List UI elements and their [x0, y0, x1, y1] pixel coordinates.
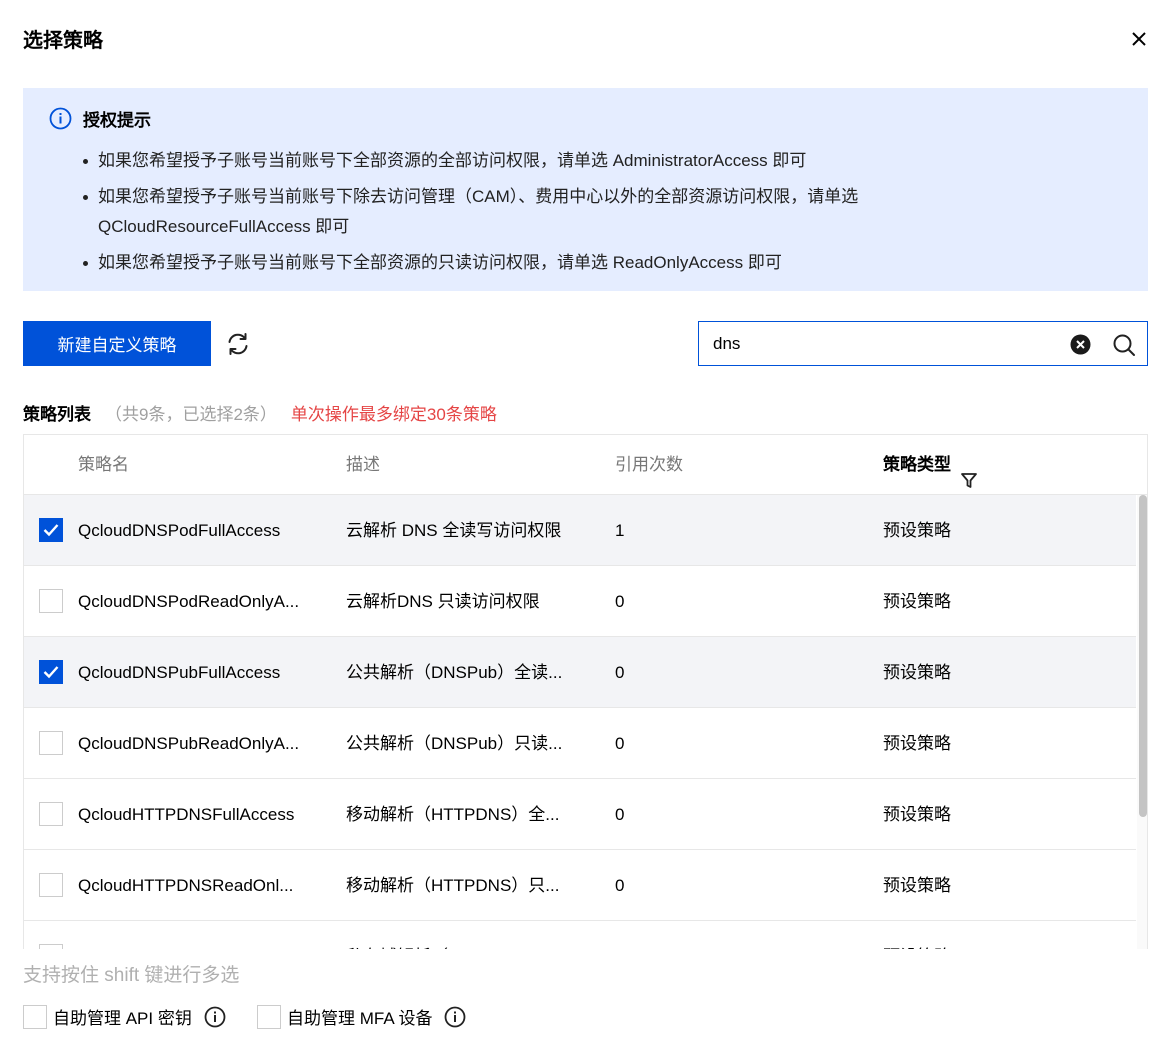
table-row[interactable]: QcloudDNSPubFullAccess 公共解析（DNSPub）全读... 0… [24, 637, 1136, 708]
info-icon[interactable] [204, 1006, 226, 1028]
table-row[interactable]: QcloudDNSPodFullAccess 云解析 DNS 全读写访问权限 1 预设… [24, 495, 1136, 566]
policy-type: 预设策略 [883, 663, 951, 682]
column-header-name: 策略名 [78, 455, 129, 474]
column-header-type-label: 策略类型 [883, 455, 951, 474]
table-row[interactable]: QcloudDNSPodReadOnlyA... 云解析DNS 只读访问权限 0 预设… [24, 566, 1136, 637]
column-header-references: 引用次数 [615, 455, 683, 474]
policy-reference-count: 0 [615, 876, 625, 895]
policy-type: 预设策略 [883, 734, 951, 753]
notice-item: 如果您希望授予子账号当前账号下全部资源的全部访问权限，请单选 Administr… [83, 146, 983, 176]
notice-list: 如果您希望授予子账号当前账号下全部资源的全部访问权限，请单选 Administr… [83, 146, 983, 284]
scrollbar-thumb[interactable] [1139, 495, 1147, 817]
policy-reference-count: 0 [615, 805, 625, 824]
search-input[interactable] [713, 332, 1053, 356]
policy-reference-count: 0 [615, 663, 625, 682]
search-box [698, 321, 1148, 366]
policy-reference-count: 0 [615, 592, 625, 611]
policy-name: QcloudHTTPDNSReadOnl... [78, 876, 294, 895]
policy-name: QcloudDNSPubReadOnlyA... [78, 734, 300, 753]
policy-name: QcloudDNSPodFullAccess [78, 521, 281, 540]
self-manage-mfa-device-option[interactable]: 自助管理 MFA 设备 [257, 1004, 466, 1029]
selection-count: （共9条，已选择2条） [105, 405, 277, 424]
row-checkbox[interactable] [39, 944, 63, 949]
policy-list-title: 策略列表 [23, 405, 91, 424]
column-header-description: 描述 [346, 455, 380, 474]
row-checkbox[interactable] [39, 589, 63, 613]
self-manage-api-key-option[interactable]: 自助管理 API 密钥 [23, 1004, 226, 1029]
policy-description: 公共解析（DNSPub）只读... [346, 734, 563, 753]
table-row[interactable]: QcloudPrivateDNSFullA... 私有域解析（PrivateDNS… [24, 921, 1136, 949]
policy-reference-count: 0 [615, 734, 625, 753]
table-body: QcloudDNSPodFullAccess 云解析 DNS 全读写访问权限 1 预设… [24, 495, 1136, 949]
policy-reference-count: 0 [615, 921, 715, 949]
notice-item: 如果您希望授予子账号当前账号下全部资源的只读访问权限，请单选 ReadOnlyA… [83, 248, 983, 278]
policy-description: 私有域解析（PrivateDNS... [346, 921, 586, 949]
policy-name: QcloudPrivateDNSFullA... [78, 921, 323, 949]
policy-type: 预设策略 [883, 921, 1033, 949]
table-row[interactable]: QcloudDNSPubReadOnlyA... 公共解析（DNSPub）只读..… [24, 708, 1136, 779]
refresh-icon[interactable] [225, 331, 251, 357]
notice-item: 如果您希望授予子账号当前账号下除去访问管理（CAM）、费用中心以外的全部资源访问… [83, 182, 983, 242]
api-key-label: 自助管理 API 密钥 [53, 1009, 192, 1028]
notice-title: 授权提示 [83, 111, 151, 130]
row-checkbox[interactable] [39, 731, 63, 755]
dialog-title: 选择策略 [23, 30, 103, 52]
policy-list-header: 策略列表 （共9条，已选择2条） 单次操作最多绑定30条策略 [23, 400, 497, 425]
policy-type: 预设策略 [883, 876, 951, 895]
api-key-checkbox[interactable] [23, 1004, 47, 1029]
policy-type: 预设策略 [883, 805, 951, 824]
table-row[interactable]: QcloudHTTPDNSReadOnl... 移动解析（HTTPDNS）只...… [24, 850, 1136, 921]
policy-description: 公共解析（DNSPub）全读... [346, 663, 563, 682]
close-icon[interactable] [1126, 26, 1152, 52]
binding-limit-warning: 单次操作最多绑定30条策略 [290, 405, 497, 424]
authorization-notice: 授权提示 如果您希望授予子账号当前账号下全部资源的全部访问权限，请单选 Admi… [23, 88, 1148, 291]
info-icon[interactable] [444, 1006, 466, 1028]
policy-type: 预设策略 [883, 521, 951, 540]
policy-description: 移动解析（HTTPDNS）只... [346, 876, 560, 895]
mfa-device-checkbox[interactable] [257, 1004, 281, 1029]
policy-description: 移动解析（HTTPDNS）全... [346, 805, 560, 824]
row-checkbox[interactable] [39, 873, 63, 897]
info-icon [49, 107, 72, 130]
table-header: 策略名 描述 引用次数 策略类型 [24, 435, 1147, 495]
table-row[interactable]: QcloudHTTPDNSFullAccess 移动解析（HTTPDNS）全...… [24, 779, 1136, 850]
policy-table: 策略名 描述 引用次数 策略类型 QcloudDNSPodFullAccess 云… [23, 434, 1148, 949]
search-icon[interactable] [1112, 333, 1136, 357]
clear-icon[interactable] [1070, 334, 1091, 355]
policy-name: QcloudDNSPubFullAccess [78, 663, 281, 682]
multi-select-hint: 支持按住 shift 键进行多选 [23, 965, 240, 986]
policy-description: 云解析DNS 只读访问权限 [346, 592, 540, 611]
new-custom-policy-button[interactable]: 新建自定义策略 [23, 321, 211, 366]
table-scrollbar[interactable] [1137, 495, 1147, 949]
row-checkbox[interactable] [39, 802, 63, 826]
policy-type: 预设策略 [883, 592, 951, 611]
mfa-device-label: 自助管理 MFA 设备 [287, 1009, 433, 1028]
policy-description: 云解析 DNS 全读写访问权限 [346, 521, 562, 540]
row-checkbox[interactable] [39, 660, 63, 684]
policy-name: QcloudHTTPDNSFullAccess [78, 805, 295, 824]
policy-name: QcloudDNSPodReadOnlyA... [78, 592, 300, 611]
row-checkbox[interactable] [39, 518, 63, 542]
column-header-type[interactable]: 策略类型 [883, 435, 979, 495]
filter-icon[interactable] [959, 455, 979, 488]
policy-reference-count: 1 [615, 521, 625, 540]
